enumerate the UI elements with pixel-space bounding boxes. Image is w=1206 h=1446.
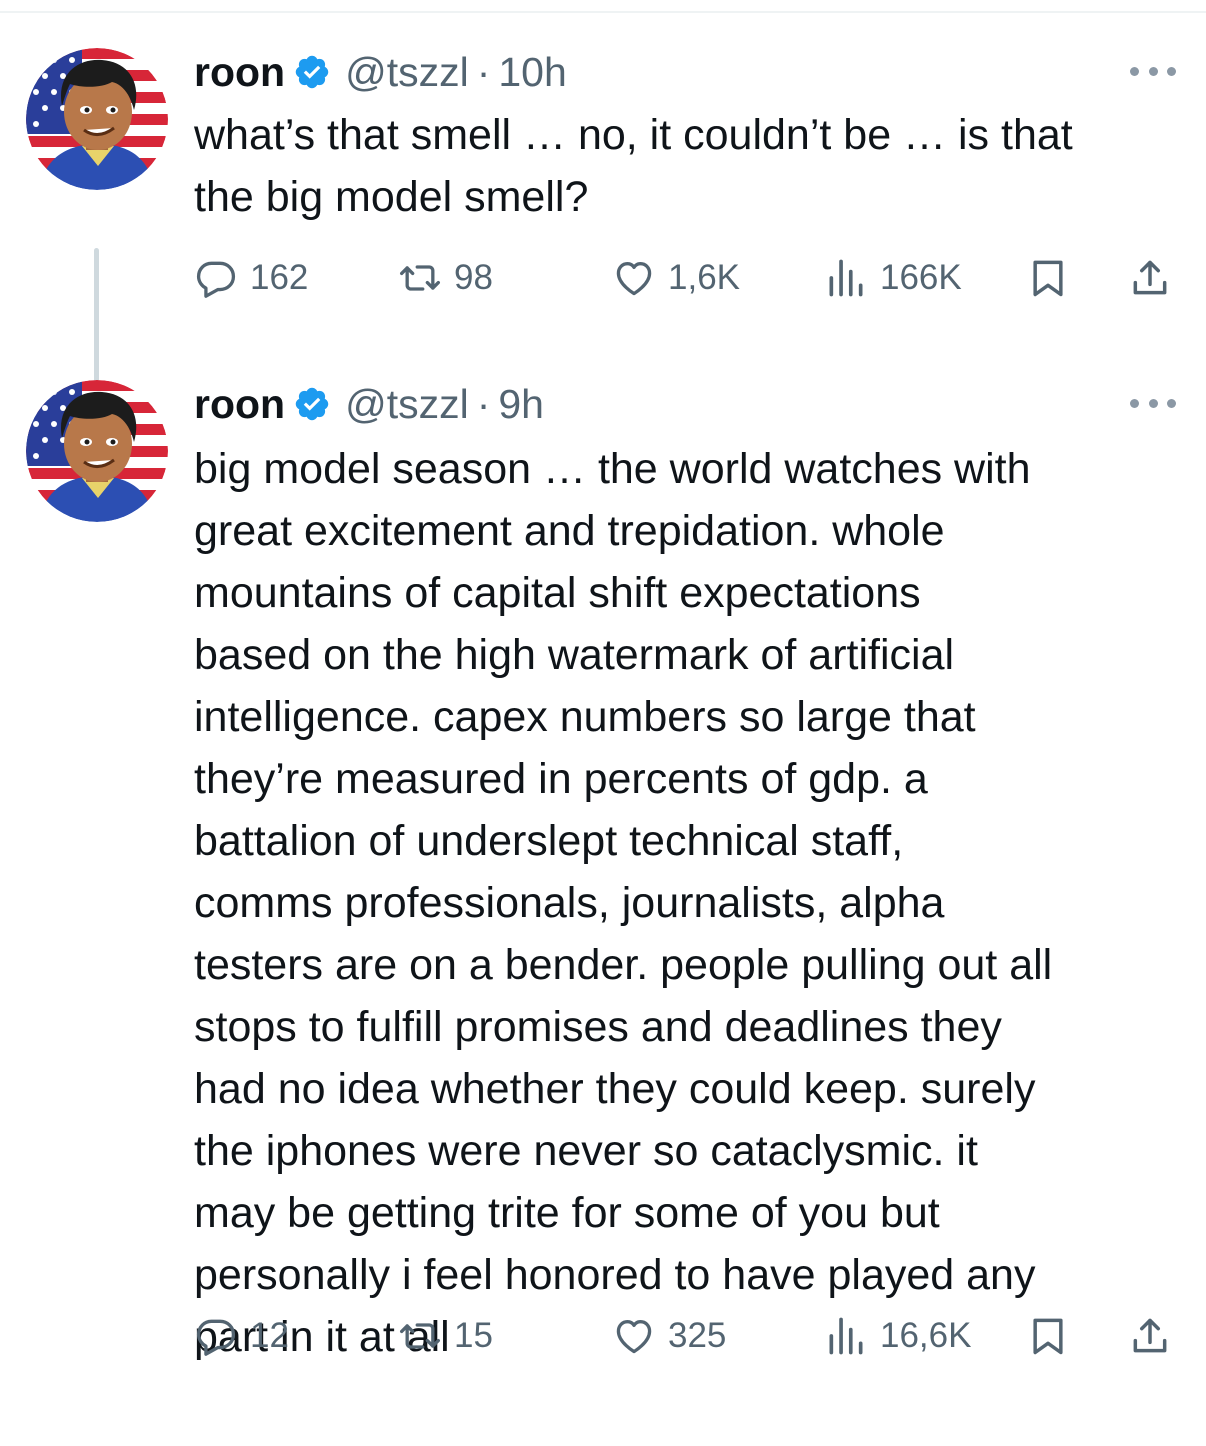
views-count: 166K [880, 258, 962, 297]
heart-icon [612, 1314, 656, 1358]
reply-button[interactable]: 162 [194, 248, 308, 308]
more-icon[interactable] [1130, 58, 1176, 84]
tweet-text: what’s that smell … no, it couldn’t be …… [194, 111, 1073, 221]
retweet-button[interactable]: 15 [398, 1306, 493, 1366]
retweet-count: 15 [454, 1316, 493, 1355]
like-count: 1,6K [668, 258, 740, 297]
separator: · [476, 380, 491, 427]
top-divider [0, 11, 1206, 13]
bookmark-icon [1026, 1314, 1070, 1358]
views-icon [824, 256, 868, 300]
reply-icon [194, 1314, 238, 1358]
tweet-text: big model season … the world watches wit… [194, 445, 1053, 1361]
views-icon [824, 1314, 868, 1358]
bookmark-button[interactable] [1026, 1306, 1070, 1366]
bookmark-button[interactable] [1026, 248, 1070, 308]
views-button[interactable]: 16,6K [824, 1306, 971, 1366]
like-count: 325 [668, 1316, 727, 1355]
share-icon [1128, 256, 1172, 300]
tweet-header: roon @tszzl · 10h [194, 44, 567, 100]
reply-button[interactable]: 12 [194, 1306, 289, 1366]
reply-count: 162 [250, 258, 309, 297]
action-bar: 162 98 1,6K 166K [194, 248, 1184, 308]
author-handle[interactable]: @tszzl [345, 49, 469, 96]
timestamp[interactable]: 9h [498, 381, 544, 428]
views-button[interactable]: 166K [824, 248, 962, 308]
retweet-button[interactable]: 98 [398, 248, 493, 308]
reply-count: 12 [250, 1316, 289, 1355]
author-name[interactable]: roon [194, 381, 285, 428]
avatar-icon[interactable] [26, 48, 168, 190]
retweet-icon [398, 1314, 442, 1358]
views-count: 16,6K [880, 1316, 972, 1355]
share-button[interactable] [1128, 1306, 1172, 1366]
tweet-header: roon @tszzl · 9h [194, 376, 544, 432]
separator: · [476, 48, 491, 95]
like-button[interactable]: 1,6K [612, 248, 740, 308]
bookmark-icon [1026, 256, 1070, 300]
retweet-icon [398, 256, 442, 300]
share-button[interactable] [1128, 248, 1172, 308]
verified-badge-icon [293, 385, 331, 423]
action-bar: 12 15 325 16,6K [194, 1306, 1184, 1366]
like-button[interactable]: 325 [612, 1306, 726, 1366]
more-icon[interactable] [1130, 390, 1176, 416]
author-handle[interactable]: @tszzl [345, 381, 469, 428]
reply-icon [194, 256, 238, 300]
share-icon [1128, 1314, 1172, 1358]
retweet-count: 98 [454, 258, 493, 297]
timestamp[interactable]: 10h [498, 49, 566, 96]
avatar-icon[interactable] [26, 380, 168, 522]
author-name[interactable]: roon [194, 49, 285, 96]
heart-icon [612, 256, 656, 300]
verified-badge-icon [293, 53, 331, 91]
